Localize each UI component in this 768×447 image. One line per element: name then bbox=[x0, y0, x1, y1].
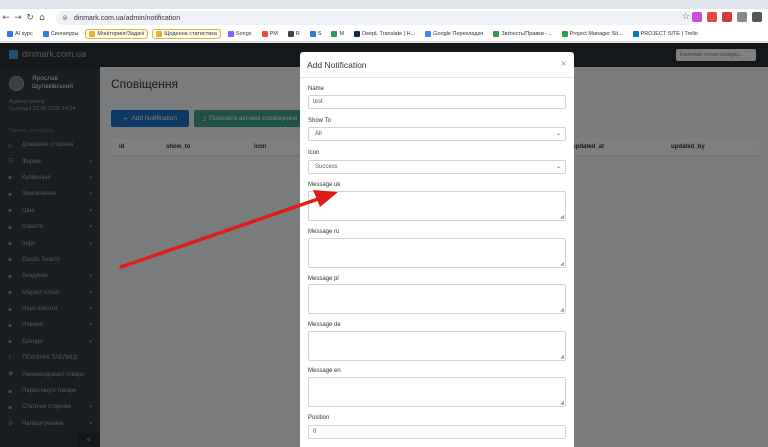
modal-title: Add Notification bbox=[307, 60, 367, 70]
position-label: Position bbox=[308, 415, 330, 421]
bookmark-item[interactable]: Project Manager Sit... bbox=[559, 30, 626, 38]
url-text: dinmark.com.ua/admin/notification bbox=[73, 14, 181, 22]
extension-icon[interactable] bbox=[737, 12, 747, 22]
bookmark-item[interactable]: S bbox=[307, 30, 325, 38]
extension-icon[interactable] bbox=[692, 12, 702, 22]
profile-icon[interactable] bbox=[752, 12, 762, 22]
bookmark-label: Сингапуры bbox=[50, 31, 79, 37]
message-uk-textarea[interactable]: ◢ bbox=[308, 191, 566, 221]
bookmark-label: PM bbox=[269, 31, 278, 37]
bookmark-favicon-icon bbox=[425, 31, 432, 37]
bookmark-item[interactable]: Звітність/Правки -... bbox=[490, 30, 554, 38]
bookmark-label: M bbox=[339, 31, 345, 37]
resize-grip-icon[interactable]: ◢ bbox=[560, 354, 564, 360]
bookmark-item[interactable]: PROJECT SITE | Trello bbox=[630, 30, 701, 38]
bookmark-item[interactable]: Songs bbox=[225, 30, 255, 38]
extension-icon[interactable] bbox=[707, 12, 717, 22]
message-de-label: Message de bbox=[308, 322, 341, 328]
bookmark-item[interactable]: R bbox=[285, 30, 303, 38]
bookmark-star-icon[interactable]: ☆ bbox=[682, 12, 690, 22]
bookmark-item[interactable]: Моніторинг/Задачі bbox=[85, 29, 149, 39]
message-uk-label: Message uk bbox=[308, 182, 341, 188]
extensions bbox=[692, 12, 762, 22]
reload-icon[interactable]: ↻ bbox=[24, 13, 36, 23]
bookmark-favicon-icon bbox=[309, 31, 316, 37]
bookmark-label: PROJECT SITE | Trello bbox=[640, 31, 698, 37]
icon-select[interactable]: Success ⌄ bbox=[308, 160, 566, 174]
bookmark-favicon-icon bbox=[354, 31, 361, 37]
bookmarks-bar: AI курс Сингапуры Моніторинг/Задачі Щоденна… bbox=[0, 27, 768, 42]
name-input[interactable]: test bbox=[308, 95, 566, 109]
bookmark-item[interactable]: Сингапуры bbox=[40, 30, 82, 38]
bookmark-item[interactable]: AI курс bbox=[4, 30, 36, 38]
show-to-select[interactable]: All ⌄ bbox=[308, 127, 566, 141]
show-to-value: All bbox=[315, 131, 322, 137]
add-notification-modal: Add Notification × Name test Show To All… bbox=[300, 52, 574, 447]
bookmark-favicon-icon bbox=[632, 31, 639, 37]
show-to-label: Show To bbox=[308, 118, 331, 124]
bookmark-label: Google Перекладач bbox=[433, 31, 484, 37]
bookmark-favicon-icon bbox=[261, 31, 268, 37]
bookmark-label: Моніторинг/Задачі bbox=[97, 31, 145, 37]
bookmark-favicon-icon bbox=[287, 31, 294, 37]
home-icon[interactable]: ⌂ bbox=[36, 13, 48, 23]
icon-value: Success bbox=[315, 164, 338, 170]
bookmark-label: Звітність/Правки -... bbox=[501, 31, 552, 37]
modal-header: Add Notification × bbox=[300, 52, 574, 78]
chevron-down-icon: ⌄ bbox=[555, 163, 561, 170]
bookmark-favicon-icon bbox=[42, 31, 49, 37]
message-ru-textarea[interactable]: ◢ bbox=[308, 238, 566, 268]
bookmark-favicon-icon bbox=[89, 31, 96, 37]
extension-icon[interactable] bbox=[722, 12, 732, 22]
bookmark-label: S bbox=[317, 31, 322, 37]
resize-grip-icon[interactable]: ◢ bbox=[560, 214, 564, 220]
bookmark-label: Songs bbox=[235, 31, 252, 37]
message-pl-label: Message pl bbox=[308, 276, 339, 282]
bookmark-item[interactable]: M bbox=[328, 30, 347, 38]
address-bar[interactable]: ⊜ dinmark.com.ua/admin/notification ☆ bbox=[56, 11, 696, 25]
browser-tab-strip bbox=[0, 0, 768, 9]
bookmark-item[interactable]: PM bbox=[259, 30, 281, 38]
chevron-down-icon: ⌄ bbox=[555, 130, 561, 137]
bookmark-favicon-icon bbox=[7, 31, 13, 37]
bookmark-favicon-icon bbox=[156, 31, 163, 37]
bookmark-label: AI курс bbox=[15, 31, 33, 37]
message-en-label: Message en bbox=[308, 368, 341, 374]
position-input[interactable]: 0 bbox=[308, 425, 566, 439]
site-info-icon[interactable]: ⊜ bbox=[62, 14, 68, 22]
message-pl-textarea[interactable]: ◢ bbox=[308, 284, 566, 314]
message-ru-label: Message ru bbox=[308, 229, 340, 235]
bookmark-favicon-icon bbox=[493, 31, 500, 37]
message-en-textarea[interactable]: ◢ bbox=[308, 377, 566, 407]
back-icon[interactable]: ← bbox=[0, 13, 12, 23]
resize-grip-icon[interactable]: ◢ bbox=[560, 307, 564, 313]
bookmark-label: Project Manager Sit... bbox=[569, 31, 623, 37]
bookmark-item[interactable]: Google Перекладач bbox=[422, 30, 486, 38]
bookmark-label: Щоденна статистика bbox=[164, 31, 217, 37]
bookmark-favicon-icon bbox=[331, 31, 338, 37]
browser-toolbar: ← → ↻ ⌂ ⊜ dinmark.com.ua/admin/notificat… bbox=[0, 9, 768, 27]
bookmark-label: R bbox=[295, 31, 300, 37]
resize-grip-icon[interactable]: ◢ bbox=[560, 400, 564, 406]
bookmark-favicon-icon bbox=[561, 31, 568, 37]
message-de-textarea[interactable]: ◢ bbox=[308, 331, 566, 361]
forward-icon[interactable]: → bbox=[12, 13, 24, 23]
close-icon[interactable]: × bbox=[560, 59, 567, 68]
bookmark-item[interactable]: Щоденна статистика bbox=[152, 29, 221, 39]
bookmark-favicon-icon bbox=[227, 31, 234, 37]
bookmark-label: DeepL Translate | Н... bbox=[362, 31, 416, 37]
icon-label: Icon bbox=[308, 150, 320, 156]
name-label: Name bbox=[308, 86, 325, 92]
resize-grip-icon[interactable]: ◢ bbox=[560, 261, 564, 267]
bookmark-item[interactable]: DeepL Translate | Н... bbox=[351, 30, 418, 38]
